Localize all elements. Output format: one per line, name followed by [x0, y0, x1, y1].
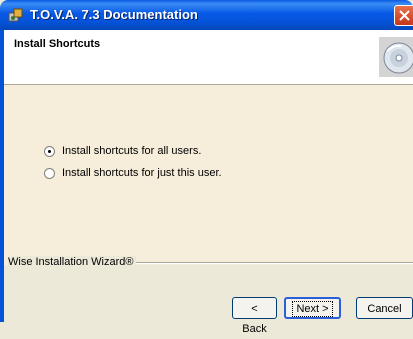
wizard-brand: Wise Installation Wizard®: [8, 256, 137, 268]
window-title: T.O.V.A. 7.3 Documentation: [30, 7, 198, 22]
wizard-header: Install Shortcuts: [4, 30, 413, 85]
radio-this-user[interactable]: [44, 167, 55, 179]
next-button-label: Next >: [292, 301, 333, 317]
close-button[interactable]: [394, 5, 413, 26]
page-title: Install Shortcuts: [14, 38, 101, 50]
installer-icon: [8, 7, 24, 23]
back-button-label: < Back: [242, 303, 267, 335]
option-all-users-label: Install shortcuts for all users.: [62, 145, 202, 157]
next-button[interactable]: Next >: [284, 297, 341, 319]
option-all-users[interactable]: Install shortcuts for all users.: [44, 145, 201, 157]
footer-divider: [95, 262, 413, 264]
cd-disc-icon: [379, 37, 413, 77]
close-icon: [399, 10, 410, 21]
cancel-button-label: Cancel: [367, 303, 402, 315]
option-this-user-label: Install shortcuts for just this user.: [62, 167, 222, 179]
title-bar[interactable]: T.O.V.A. 7.3 Documentation: [0, 0, 413, 30]
wizard-content: Install shortcuts for all users. Install…: [4, 85, 413, 265]
radio-all-users[interactable]: [44, 145, 55, 157]
option-this-user[interactable]: Install shortcuts for just this user.: [44, 167, 222, 179]
cancel-button[interactable]: Cancel: [356, 297, 413, 319]
back-button[interactable]: < Back: [232, 297, 277, 335]
